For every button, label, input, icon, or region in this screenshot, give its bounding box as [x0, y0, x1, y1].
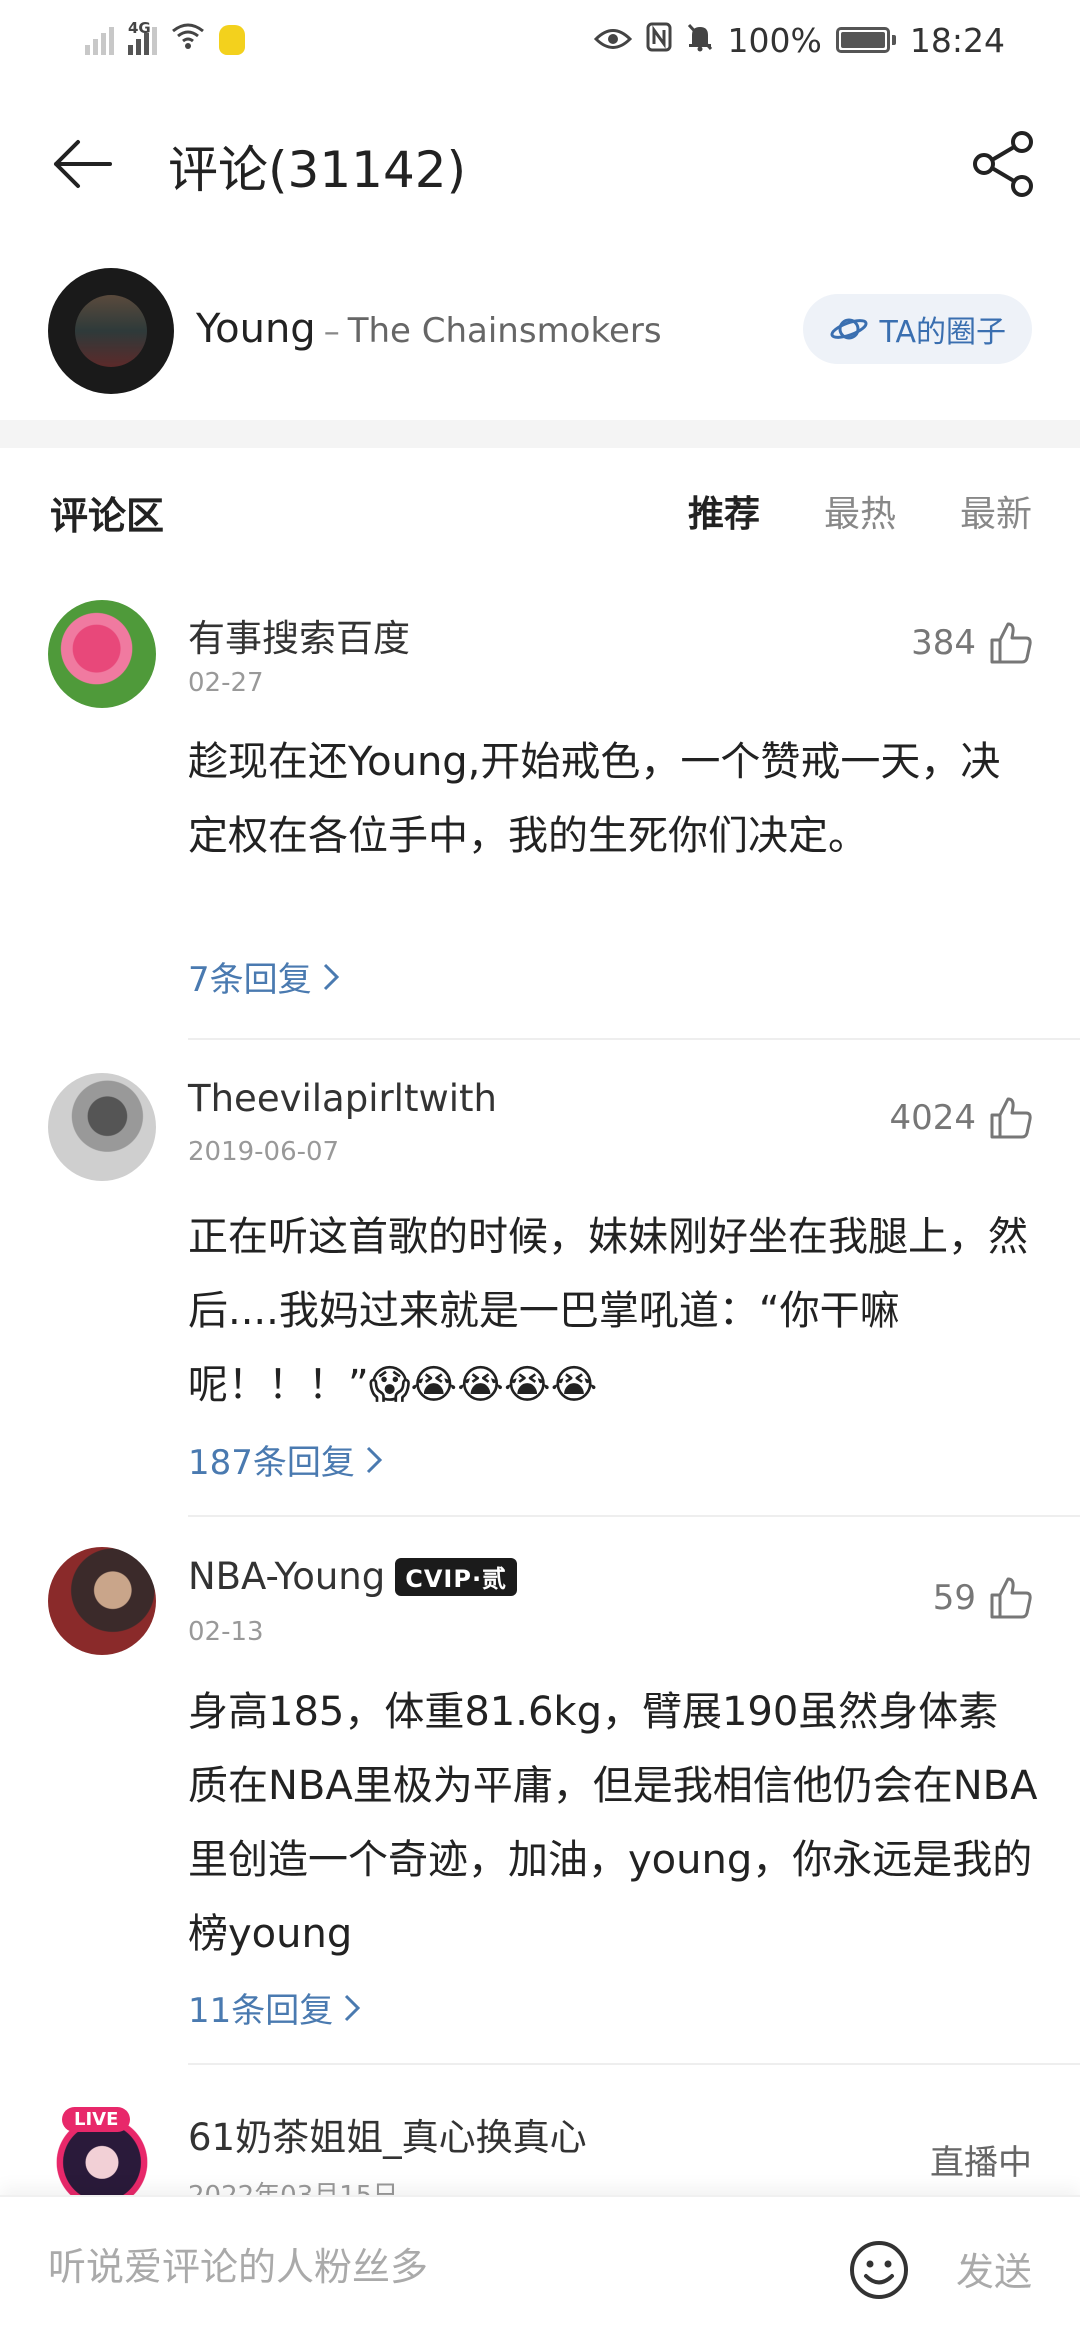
chevron-right-icon: [323, 963, 339, 990]
comment-date: 2019-06-07: [188, 1137, 340, 1167]
wifi-icon: [171, 22, 205, 58]
network-type: 4G: [128, 19, 151, 37]
chevron-right-icon: [345, 1994, 361, 2021]
comment-username[interactable]: 61奶茶姐姐_真心换真心: [188, 2107, 587, 2161]
comment-text: 趁现在还Young,开始戒色，一个赞戒一天，决定权在各位手中，我的生死你们决定。: [188, 739, 1001, 859]
avatar[interactable]: [48, 600, 156, 708]
clock: 18:24: [909, 20, 1005, 60]
vip-badge: CVIP·贰: [395, 1557, 518, 1596]
album-cover[interactable]: [48, 268, 174, 394]
nfc-icon: [646, 21, 672, 60]
eye-comfort-icon: [593, 21, 632, 60]
battery-icon: [835, 27, 896, 53]
replies-label: 11条回复: [188, 1991, 334, 2031]
comment-item-live: LIVE 61奶茶姐姐_真心换真心 2022年03月15日 直播中: [0, 2095, 1080, 2195]
tab-newest[interactable]: 最新: [960, 485, 1032, 537]
comment-date: 02-13: [188, 1617, 264, 1647]
ta-circle-label: TA的圈子: [879, 315, 1006, 350]
username-text: 有事搜索百度: [188, 617, 410, 660]
mute-bell-icon: [686, 21, 714, 60]
song-dash: –: [323, 312, 340, 350]
signal-2-icon: 4G: [128, 19, 157, 55]
username-text: 61奶茶姐姐_真心换真心: [188, 2116, 587, 2159]
like-count: 4024: [889, 1098, 976, 1138]
status-bar: 4G 100% 18:24: [0, 0, 1080, 80]
thumb-up-icon: [990, 1097, 1032, 1139]
song-title-line: Young – The Chainsmokers: [196, 306, 662, 352]
like-button[interactable]: 384: [911, 620, 1034, 666]
live-status[interactable]: 直播中: [930, 2135, 1032, 2184]
replies-link[interactable]: 187条回复: [188, 1435, 383, 1484]
like-button[interactable]: 59: [933, 1575, 1034, 1621]
comment-section-title: 评论区: [50, 494, 165, 538]
song-title: Young: [196, 306, 316, 352]
comment-separator: [188, 1515, 1080, 1517]
back-arrow-icon[interactable]: [50, 138, 112, 190]
tab-hottest[interactable]: 最热: [824, 485, 896, 537]
comment-text: 正在听这首歌的时候，妹妹刚好坐在我腿上，然后....我妈过来就是一巴掌吼道：“你…: [188, 1200, 1038, 1422]
section-divider: [0, 420, 1080, 448]
signal-1-icon: [85, 25, 114, 55]
username-text: NBA-Young: [188, 1555, 386, 1598]
avatar[interactable]: [48, 1073, 156, 1181]
comment-separator: [188, 1038, 1080, 1040]
username-text: Theevilapirltwith: [188, 1077, 497, 1120]
comment-username[interactable]: 有事搜索百度: [188, 608, 410, 662]
sort-tabs: 推荐 最热 最新: [688, 485, 1032, 537]
replies-link[interactable]: 11条回复: [188, 1983, 361, 2032]
comment-date: 02-27: [188, 668, 264, 698]
comment-date: 2022年03月15日: [188, 2175, 398, 2195]
comment-input-bar: 发送: [0, 2195, 1080, 2340]
replies-label: 7条回复: [188, 960, 312, 1000]
comment-input[interactable]: [48, 2227, 808, 2307]
comment-username[interactable]: NBA-Young CVIP·贰: [188, 1555, 518, 1598]
thumb-up-icon: [990, 1577, 1032, 1619]
app-header: 评论(31142): [0, 110, 1080, 220]
song-info-row[interactable]: Young – The Chainsmokers TA的圈子: [0, 260, 1080, 400]
emoji-icon[interactable]: [848, 2239, 910, 2301]
share-icon[interactable]: [970, 130, 1038, 198]
battery-percent: 100%: [727, 20, 822, 60]
comment-text: 身高185，体重81.6kg，臂展190虽然身体素质在NBA里极为平庸，但是我相…: [188, 1689, 1038, 1957]
replies-link[interactable]: 7条回复: [188, 952, 340, 1001]
song-artist: The Chainsmokers: [347, 311, 662, 351]
comment-username[interactable]: Theevilapirltwith: [188, 1077, 497, 1120]
live-badge: LIVE: [62, 2107, 131, 2132]
like-count: 384: [911, 623, 976, 663]
replies-label: 187条回复: [188, 1443, 355, 1483]
tab-recommended[interactable]: 推荐: [688, 485, 760, 537]
comment-emojis: 😱😭😭😭😭: [368, 1362, 598, 1408]
avatar[interactable]: [48, 1547, 156, 1655]
send-button[interactable]: 发送: [956, 2241, 1032, 2296]
app-notification-icon: [219, 25, 245, 55]
planet-icon: [830, 318, 869, 340]
comment-text-body: 正在听这首歌的时候，妹妹刚好坐在我腿上，然后....我妈过来就是一巴掌吼道：“你…: [188, 1214, 1028, 1408]
status-right: 100% 18:24: [593, 20, 1005, 60]
page-title: 评论(31142): [168, 141, 467, 199]
comment-separator: [188, 2063, 1080, 2065]
status-left: 4G: [85, 19, 245, 58]
like-button[interactable]: 4024: [889, 1095, 1034, 1141]
ta-circle-button[interactable]: TA的圈子: [803, 294, 1032, 364]
chevron-right-icon: [366, 1446, 383, 1473]
thumb-up-icon: [990, 622, 1032, 664]
like-count: 59: [932, 1578, 976, 1618]
